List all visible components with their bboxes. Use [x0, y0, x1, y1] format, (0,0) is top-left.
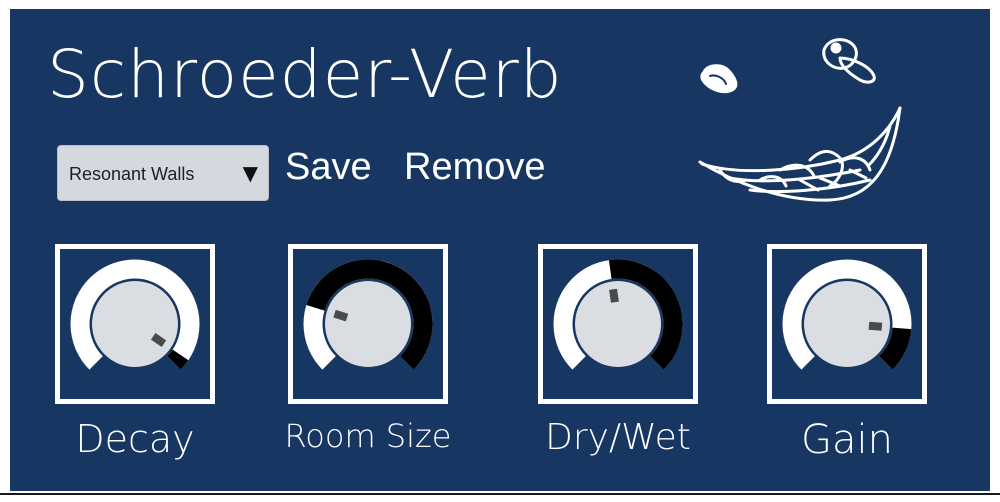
bottom-divider: [0, 493, 1000, 495]
knob-pointer: [333, 309, 349, 322]
preset-dropdown[interactable]: Resonant Walls ▼: [57, 145, 269, 201]
knob-pointer: [868, 321, 883, 331]
knob-gain-graphic: [782, 259, 912, 370]
knob-room-size[interactable]: [288, 244, 448, 404]
chevron-down-icon: ▼: [242, 161, 258, 185]
knob-face: [575, 281, 661, 367]
save-button[interactable]: Save: [285, 148, 372, 186]
remove-button[interactable]: Remove: [404, 148, 546, 186]
preset-selected-value: Resonant Walls: [69, 164, 195, 184]
knob-label-dry-wet: Dry/Wet: [545, 417, 691, 458]
knob-decay[interactable]: [55, 244, 215, 404]
knob-face: [325, 281, 411, 367]
knob-dry-wet[interactable]: [538, 244, 698, 404]
knob-gain[interactable]: [767, 244, 927, 404]
knob-pointer: [609, 288, 619, 303]
knob-dry-wet-graphic: [553, 259, 683, 370]
knob-decay-graphic: [70, 259, 200, 370]
knob-label-decay: Decay: [75, 417, 195, 461]
knob-face: [92, 281, 178, 367]
knob-room-size-graphic: [303, 259, 433, 370]
sketch-face-leaf-icon: [698, 38, 902, 202]
knob-label-gain: Gain: [801, 417, 893, 463]
knob-value-arc: [167, 349, 189, 370]
plugin-title: Schroeder-Verb: [47, 36, 563, 113]
knob-label-room-size: Room Size: [284, 417, 452, 455]
